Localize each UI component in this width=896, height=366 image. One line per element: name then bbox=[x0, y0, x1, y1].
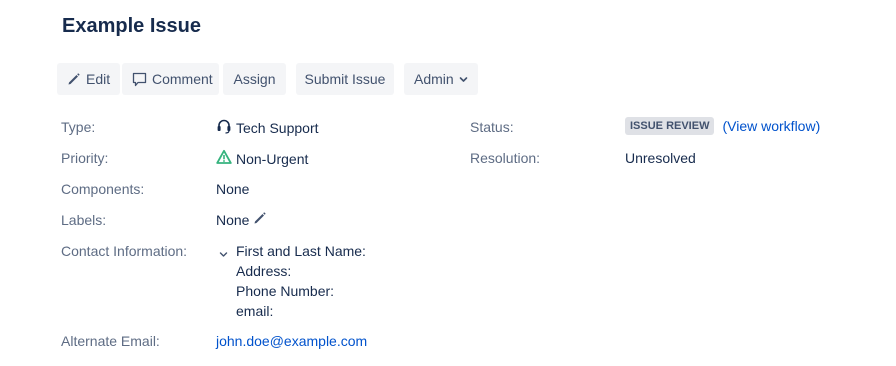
view-workflow: (View workflow) bbox=[722, 117, 820, 135]
view-workflow-link[interactable]: View workflow bbox=[727, 118, 815, 134]
contact-address-line: Address: bbox=[236, 263, 292, 279]
contact-information-label: Contact Information: bbox=[61, 243, 188, 259]
resolution-label: Resolution: bbox=[470, 150, 541, 166]
comment-button[interactable]: Comment bbox=[122, 63, 219, 95]
comment-icon bbox=[132, 72, 147, 87]
headset-icon bbox=[216, 118, 232, 138]
contact-phone-line: Phone Number: bbox=[236, 283, 335, 299]
edit-labels-pencil-icon[interactable] bbox=[253, 211, 267, 229]
labels-value: None bbox=[216, 211, 267, 229]
contact-collapse-chevron-icon[interactable] bbox=[219, 246, 228, 262]
submit-issue-label: Submit Issue bbox=[304, 71, 386, 87]
comment-label: Comment bbox=[152, 71, 213, 87]
labels-label: Labels: bbox=[61, 212, 107, 228]
status-badge: ISSUE REVIEW bbox=[625, 117, 715, 135]
edit-button[interactable]: Edit bbox=[57, 63, 120, 95]
components-value: None bbox=[216, 181, 250, 197]
status-value: ISSUE REVIEW (View workflow) bbox=[625, 117, 820, 135]
submit-issue-button[interactable]: Submit Issue bbox=[296, 63, 394, 95]
page-title: Example Issue bbox=[62, 15, 201, 37]
assign-button[interactable]: Assign bbox=[223, 63, 286, 95]
contact-name-line: First and Last Name: bbox=[236, 243, 366, 259]
resolution-value: Unresolved bbox=[625, 150, 696, 166]
admin-label: Admin bbox=[414, 71, 454, 87]
admin-dropdown-button[interactable]: Admin bbox=[404, 63, 478, 95]
priority-label: Priority: bbox=[61, 150, 109, 166]
components-label: Components: bbox=[61, 181, 145, 197]
contact-email-line: email: bbox=[236, 303, 274, 319]
edit-label: Edit bbox=[86, 71, 111, 87]
status-label: Status: bbox=[470, 119, 514, 135]
type-label: Type: bbox=[61, 119, 96, 135]
priority-text: Non-Urgent bbox=[236, 151, 309, 167]
assign-label: Assign bbox=[233, 71, 276, 87]
labels-text: None bbox=[216, 212, 250, 228]
pencil-icon bbox=[67, 72, 81, 86]
contact-information-value: First and Last Name: Address: Phone Numb… bbox=[236, 241, 366, 321]
priority-warning-icon bbox=[216, 149, 232, 169]
alternate-email-link[interactable]: john.doe@example.com bbox=[216, 332, 367, 350]
priority-value: Non-Urgent bbox=[216, 149, 308, 169]
alternate-email-label: Alternate Email: bbox=[61, 333, 160, 349]
type-value: Tech Support bbox=[216, 118, 319, 138]
type-text: Tech Support bbox=[236, 120, 319, 136]
workflow-close-paren: ) bbox=[815, 118, 821, 134]
chevron-down-icon bbox=[459, 75, 468, 84]
